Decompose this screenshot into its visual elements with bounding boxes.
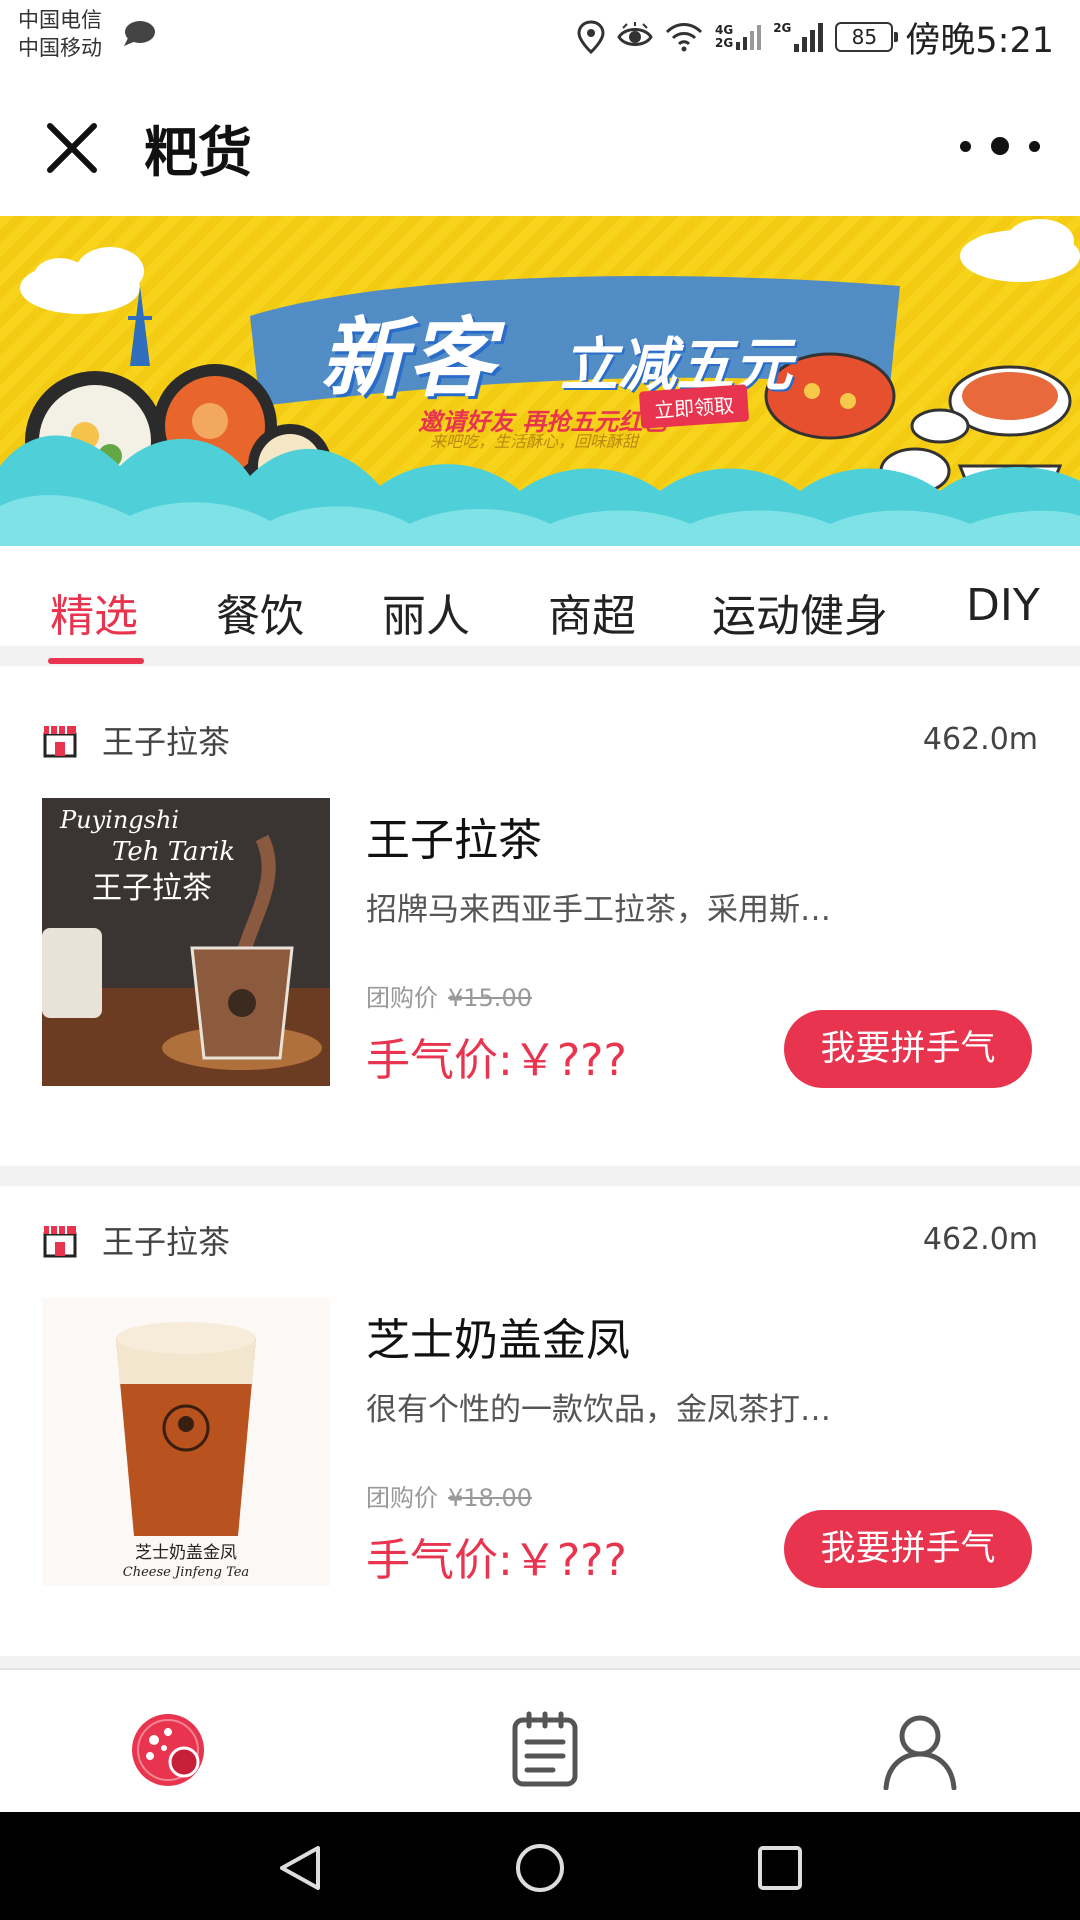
- network-type-3: 2G: [773, 21, 792, 35]
- shop-icon: [43, 726, 77, 758]
- location-icon: [577, 20, 605, 54]
- product-description: 招牌马来西亚手工拉茶，采用斯…: [366, 892, 831, 928]
- carrier-2: 中国移动: [18, 36, 102, 60]
- status-bar: 中国电信 中国移动 4G 2G 2G 85 傍晚5:21: [0, 0, 1080, 72]
- product-name[interactable]: 王子拉茶: [366, 804, 542, 868]
- product-description: 很有个性的一款饮品，金凤茶打…: [366, 1392, 831, 1428]
- group-price-label: 团购价: [366, 1484, 438, 1512]
- product-image[interactable]: 芝士奶盖金凤 Cheese Jinfeng Tea: [42, 1298, 330, 1586]
- tab-dining[interactable]: 餐饮: [216, 580, 304, 644]
- status-icons: 4G 2G 2G 85 傍晚5:21: [577, 12, 1054, 62]
- shop-name: 王子拉茶: [102, 723, 231, 761]
- image-caption: 芝士奶盖金凤: [135, 1543, 237, 1563]
- image-caption: Teh Tarik: [112, 837, 235, 867]
- network-type-2: 2G: [714, 36, 734, 50]
- tab-fitness[interactable]: 运动健身: [712, 580, 888, 644]
- product-name[interactable]: 芝士奶盖金凤: [366, 1304, 630, 1368]
- more-icon[interactable]: [960, 126, 1040, 166]
- shop-name: 王子拉茶: [102, 1223, 231, 1261]
- back-icon[interactable]: [274, 1842, 326, 1894]
- card-divider: [0, 1166, 1080, 1186]
- system-navigation-bar: [0, 1812, 1080, 1920]
- message-bubble-icon: [124, 21, 155, 46]
- product-card[interactable]: 王子拉茶 462.0m 芝士奶盖金凤 Cheese Jinfeng Tea 芝士…: [0, 1186, 1080, 1656]
- banner-headline: 新客: [320, 309, 496, 409]
- group-price-row: 团购价 ¥15.00: [366, 978, 532, 1013]
- home-icon[interactable]: [128, 1710, 208, 1790]
- signal-bars-icon: [794, 23, 824, 52]
- carrier-1: 中国电信: [18, 8, 102, 32]
- card-divider: [0, 1656, 1080, 1668]
- distance: 462.0m: [922, 1222, 1038, 1257]
- try-luck-button[interactable]: 我要拼手气: [784, 1010, 1032, 1088]
- group-price: ¥18.00: [448, 1484, 532, 1512]
- orders-icon[interactable]: [505, 1710, 585, 1790]
- banner-fine-print: 来吧吃，生活酥心，回味酥甜: [430, 432, 639, 451]
- wifi-icon: [665, 23, 703, 52]
- home-nav-icon[interactable]: [514, 1842, 566, 1894]
- signal-1: 4G 2G: [714, 24, 762, 50]
- tab-diy[interactable]: DIY: [966, 580, 1040, 631]
- title-bar: 粑货: [0, 72, 1080, 216]
- image-caption: Cheese Jinfeng Tea: [123, 1565, 249, 1580]
- product-image[interactable]: Puyingshi Teh Tarik 王子拉茶: [42, 798, 330, 1086]
- active-tab-indicator: [48, 658, 144, 664]
- category-tabs: 精选 餐饮 丽人 商超 运动健身 DIY: [0, 546, 1080, 666]
- bottom-tab-bar: [0, 1668, 1080, 1812]
- banner-illustration: [0, 219, 1080, 546]
- tab-beauty[interactable]: 丽人: [382, 580, 470, 644]
- tab-supermarket[interactable]: 商超: [548, 580, 636, 644]
- image-caption: Puyingshi: [59, 806, 179, 834]
- signal-2: 2G: [773, 21, 824, 52]
- profile-icon[interactable]: [880, 1710, 960, 1790]
- recents-icon[interactable]: [754, 1842, 806, 1894]
- page-title: 粑货: [144, 121, 252, 184]
- luck-price: 手气价:￥???: [366, 1035, 627, 1086]
- shop-row[interactable]: 王子拉茶: [42, 1220, 231, 1261]
- luck-price: 手气价:￥???: [366, 1535, 627, 1586]
- banner-cta-button[interactable]: 立即领取: [638, 384, 750, 429]
- distance: 462.0m: [922, 722, 1038, 757]
- eye-icon: [617, 22, 653, 46]
- carrier-info: 中国电信 中国移动: [18, 6, 102, 62]
- group-price-label: 团购价: [366, 984, 438, 1012]
- battery-indicator: 85: [835, 22, 899, 52]
- promo-banner[interactable]: 新客 立减五元 邀请好友 再抢五元红包 立即领取 来吧吃，生活酥心，回味酥甜: [0, 216, 1080, 546]
- shop-row[interactable]: 王子拉茶: [42, 720, 231, 761]
- group-price-row: 团购价 ¥18.00: [366, 1478, 532, 1513]
- product-card[interactable]: 王子拉茶 462.0m Puyingshi Teh Tarik 王子拉茶 王子拉…: [0, 686, 1080, 1156]
- clock: 傍晚5:21: [905, 20, 1054, 61]
- try-luck-button[interactable]: 我要拼手气: [784, 1510, 1032, 1588]
- tab-featured[interactable]: 精选: [50, 580, 138, 644]
- close-icon[interactable]: [40, 116, 104, 180]
- shop-icon: [43, 1226, 77, 1258]
- group-price: ¥15.00: [448, 984, 532, 1012]
- signal-bars-icon: [736, 25, 762, 50]
- image-caption: 王子拉茶: [92, 871, 212, 906]
